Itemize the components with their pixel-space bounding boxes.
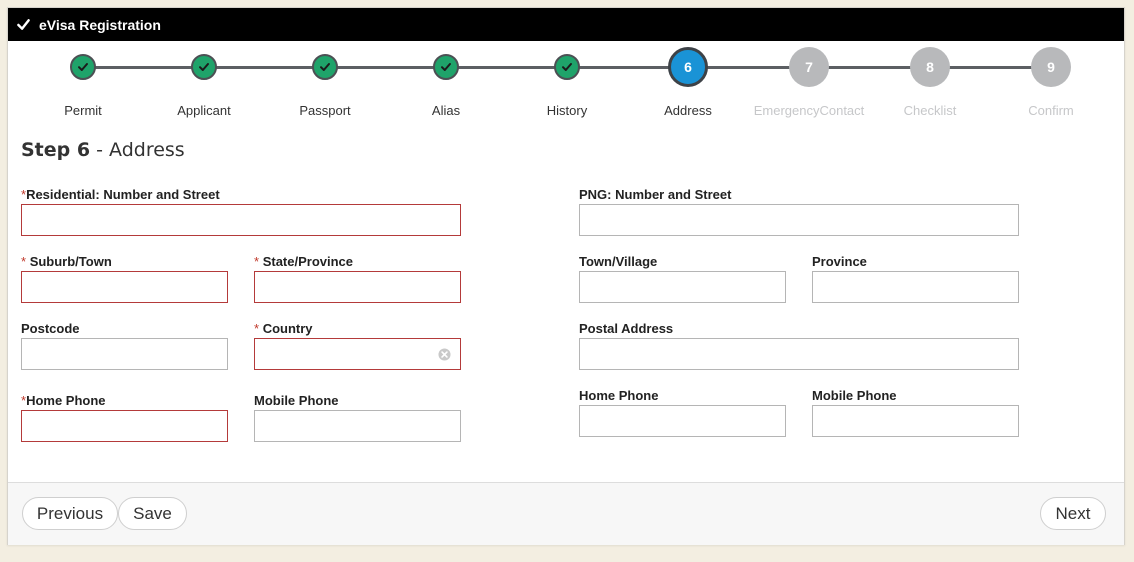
required-marker: * [254, 254, 260, 269]
window-title: eVisa Registration [39, 16, 161, 33]
step-number-badge: 7 [789, 47, 829, 87]
step-number: Step 6 [21, 139, 91, 161]
mobile-phone-label: Mobile Phone [254, 393, 339, 408]
png-home-phone-input[interactable] [579, 405, 786, 437]
registration-panel: eVisa Registration Permit Applicant Pass… [7, 7, 1125, 545]
step-label: Applicant [177, 103, 231, 118]
form-footer: Previous Save Next [8, 482, 1124, 545]
suburb-input[interactable] [21, 271, 228, 303]
step-label: EmergencyContact [753, 103, 865, 118]
home-phone-input[interactable] [21, 410, 228, 442]
check-icon [78, 63, 88, 71]
png-street-label: PNG: Number and Street [579, 187, 732, 202]
save-button[interactable]: Save [118, 497, 187, 530]
postal-address-input[interactable] [579, 338, 1019, 370]
step-complete-badge [433, 54, 459, 80]
postal-address-label: Postal Address [579, 321, 674, 336]
step-complete-badge [312, 54, 338, 80]
check-icon [562, 63, 572, 71]
step-label: Checklist [903, 103, 957, 118]
suburb-label: * Suburb/Town [21, 254, 112, 269]
png-mobile-phone-input[interactable] [812, 405, 1019, 437]
png-mobile-phone-label: Mobile Phone [812, 388, 897, 403]
page-title: Step 6 - Address [21, 139, 185, 161]
step-label: Permit [64, 103, 102, 118]
state-province-label: * State/Province [254, 254, 354, 269]
residential-street-label: *Residential: Number and Street [21, 187, 220, 202]
step-label: Alias [431, 103, 461, 118]
postcode-label: Postcode [21, 321, 80, 336]
province-label: Province [812, 254, 867, 269]
progress-stepper: Permit Applicant Passport Alias History [8, 41, 1124, 123]
check-icon [441, 63, 451, 71]
country-label: * Country [254, 321, 313, 336]
step-label: Confirm [1028, 103, 1074, 118]
mobile-phone-input[interactable] [254, 410, 461, 442]
required-marker: * [254, 321, 260, 336]
next-button[interactable]: Next [1040, 497, 1106, 530]
home-phone-label: *Home Phone [21, 393, 106, 408]
heading-separator: - [90, 139, 110, 161]
required-marker: * [21, 254, 27, 269]
step-label: History [546, 103, 588, 118]
step-complete-badge [70, 54, 96, 80]
check-icon [320, 63, 330, 71]
png-home-phone-label: Home Phone [579, 388, 659, 403]
step-label: Passport [299, 103, 351, 118]
town-village-label: Town/Village [579, 254, 658, 269]
checkmark-icon [17, 19, 30, 30]
step-number-badge: 9 [1031, 47, 1071, 87]
previous-button[interactable]: Previous [22, 497, 118, 530]
title-bar: eVisa Registration [8, 8, 1124, 41]
town-village-input[interactable] [579, 271, 786, 303]
check-icon [199, 63, 209, 71]
state-province-input[interactable] [254, 271, 461, 303]
province-input[interactable] [812, 271, 1019, 303]
postcode-input[interactable] [21, 338, 228, 370]
png-street-input[interactable] [579, 204, 1019, 236]
step-name: Address [109, 139, 185, 161]
step-number-badge: 8 [910, 47, 950, 87]
step-label: Address [664, 103, 712, 118]
residential-street-input[interactable] [21, 204, 461, 236]
step-number-badge: 6 [668, 47, 708, 87]
clear-icon[interactable] [438, 348, 451, 361]
step-complete-badge [191, 54, 217, 80]
country-select[interactable] [254, 338, 461, 370]
step-complete-badge [554, 54, 580, 80]
